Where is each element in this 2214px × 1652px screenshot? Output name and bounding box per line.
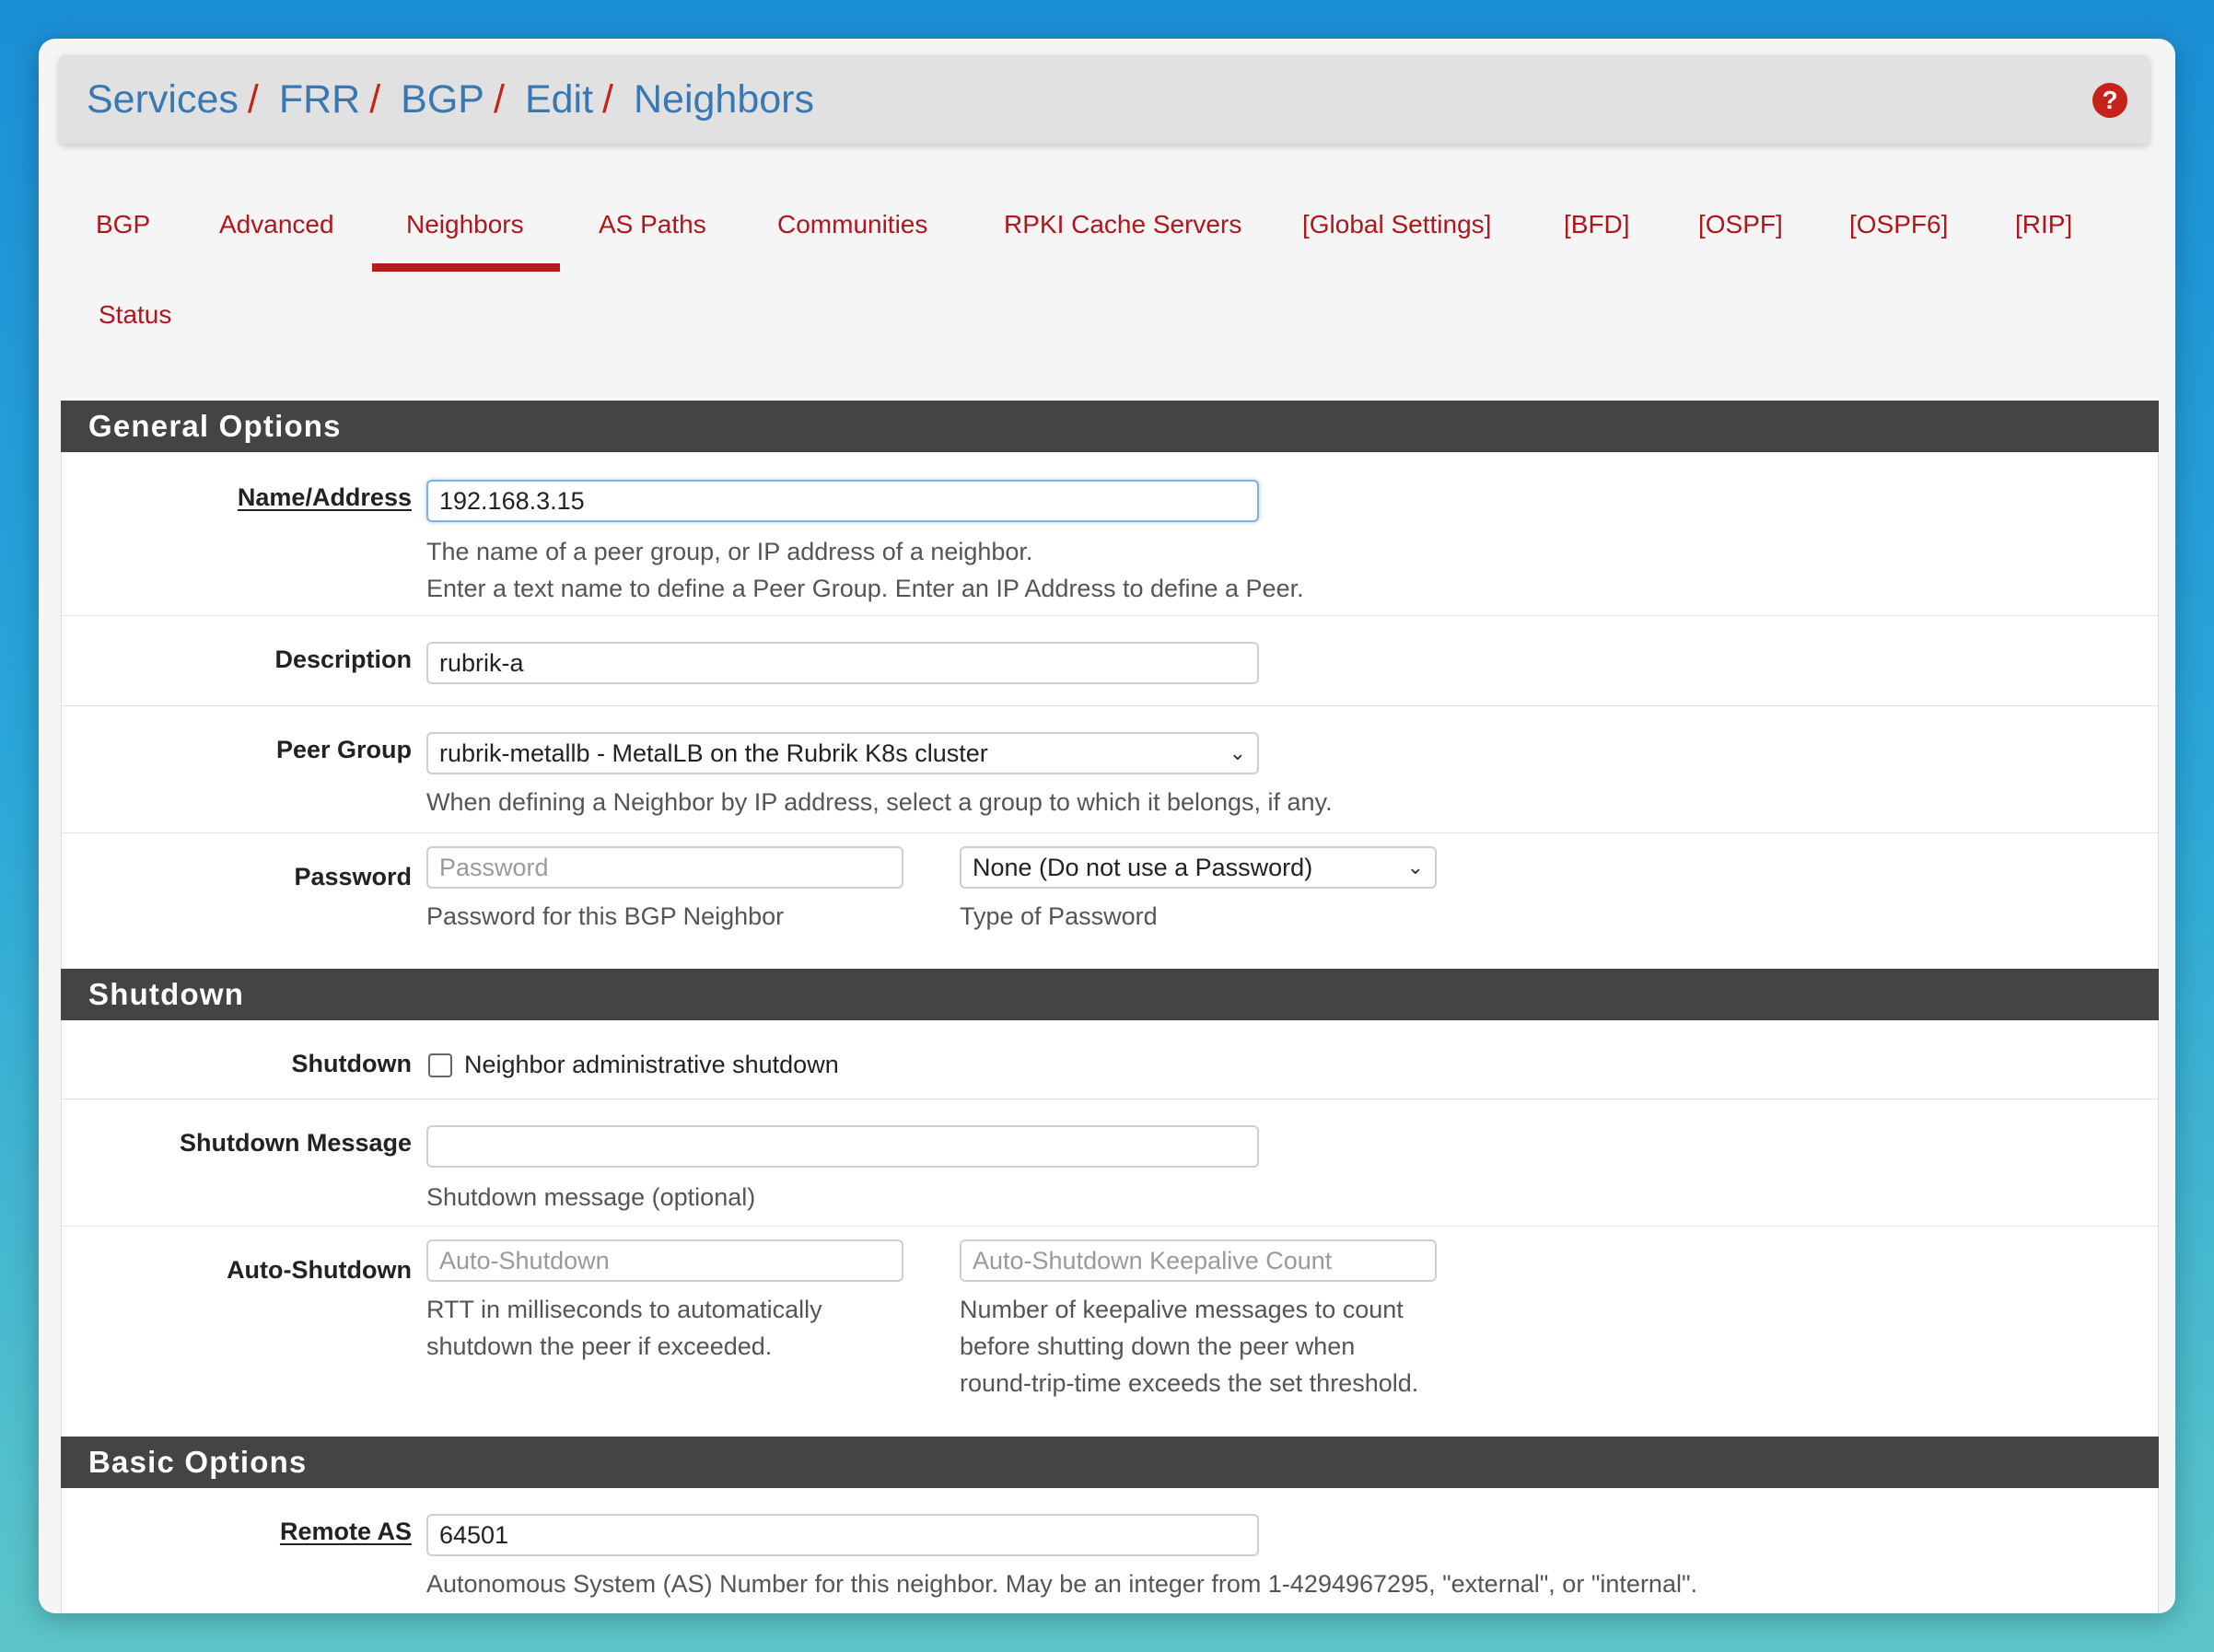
description-input[interactable]: rubrik-a bbox=[426, 642, 1259, 684]
keepalive-count-input[interactable]: Auto-Shutdown Keepalive Count bbox=[960, 1239, 1437, 1282]
breadcrumb-separator: / bbox=[602, 76, 613, 122]
name-address-input[interactable]: 192.168.3.15 bbox=[426, 480, 1259, 522]
shutdown-message-row: Shutdown Message Shutdown message (optio… bbox=[62, 1099, 2158, 1227]
password-type-select[interactable]: None (Do not use a Password) ⌄ bbox=[960, 846, 1437, 889]
keepalive-help-1: Number of keepalive messages to count bbox=[960, 1296, 1404, 1323]
auto-shutdown-help-2: shutdown the peer if exceeded. bbox=[426, 1332, 773, 1360]
breadcrumb-frr[interactable]: FRR bbox=[279, 77, 360, 122]
name-address-help-2: Enter a text name to define a Peer Group… bbox=[426, 575, 1304, 602]
tab-rpki-cache-servers[interactable]: RPKI Cache Servers bbox=[1004, 210, 1241, 239]
basic-options-header: Basic Options bbox=[61, 1437, 2159, 1488]
password-input[interactable]: Password bbox=[426, 846, 903, 889]
help-icon[interactable]: ? bbox=[2092, 83, 2127, 118]
password-type-selected: None (Do not use a Password) bbox=[973, 854, 1313, 881]
tab-communities[interactable]: Communities bbox=[777, 210, 927, 239]
shutdown-header: Shutdown bbox=[61, 969, 2159, 1020]
peer-group-label: Peer Group bbox=[275, 736, 412, 763]
peer-group-select[interactable]: rubrik-metallb - MetalLB on the Rubrik K… bbox=[426, 732, 1259, 774]
remote-as-row: Remote AS 64501 Autonomous System (AS) N… bbox=[62, 1488, 2158, 1613]
password-row: Password Password Password for this BGP … bbox=[62, 833, 2158, 948]
breadcrumb-edit[interactable]: Edit bbox=[525, 77, 593, 122]
tab-ospf[interactable]: [OSPF] bbox=[1698, 210, 1783, 239]
breadcrumb-separator: / bbox=[493, 76, 505, 122]
shutdown-panel: Shutdown Neighbor administrative shutdow… bbox=[61, 1020, 2159, 1453]
remote-as-input[interactable]: 64501 bbox=[426, 1514, 1259, 1556]
auto-shutdown-help-1: RTT in milliseconds to automatically bbox=[426, 1296, 822, 1323]
shutdown-row: Shutdown Neighbor administrative shutdow… bbox=[62, 1020, 2158, 1099]
password-type-help: Type of Password bbox=[960, 902, 1158, 930]
remote-as-label: Remote AS bbox=[279, 1518, 412, 1545]
remote-as-help: Autonomous System (AS) Number for this n… bbox=[426, 1570, 1698, 1598]
keepalive-help-2: before shutting down the peer when bbox=[960, 1332, 1356, 1360]
chevron-down-icon: ⌄ bbox=[1406, 855, 1424, 878]
tab-neighbors[interactable]: Neighbors bbox=[406, 210, 524, 239]
shutdown-checkbox-label[interactable]: Neighbor administrative shutdown bbox=[464, 1051, 839, 1079]
tab-bgp[interactable]: BGP bbox=[96, 210, 150, 239]
peer-group-selected: rubrik-metallb - MetalLB on the Rubrik K… bbox=[439, 739, 988, 767]
breadcrumb-separator: / bbox=[247, 76, 259, 122]
breadcrumb-neighbors[interactable]: Neighbors bbox=[634, 77, 814, 122]
tab-global-settings[interactable]: [Global Settings] bbox=[1302, 210, 1491, 239]
general-options-header: General Options bbox=[61, 401, 2159, 452]
app-window: Services / FRR / BGP / Edit / Neighbors … bbox=[39, 39, 2175, 1613]
tab-rip[interactable]: [RIP] bbox=[2015, 210, 2072, 239]
tab-bfd[interactable]: [BFD] bbox=[1564, 210, 1630, 239]
tab-ospf6[interactable]: [OSPF6] bbox=[1849, 210, 1948, 239]
keepalive-help-3: round-trip-time exceeds the set threshol… bbox=[960, 1369, 1419, 1397]
peer-group-row: Peer Group rubrik-metallb - MetalLB on t… bbox=[62, 706, 2158, 833]
basic-options-panel: Remote AS 64501 Autonomous System (AS) N… bbox=[61, 1488, 2159, 1613]
chevron-down-icon: ⌄ bbox=[1229, 741, 1246, 764]
description-label: Description bbox=[274, 646, 412, 673]
tab-status[interactable]: Status bbox=[99, 300, 171, 330]
password-help: Password for this BGP Neighbor bbox=[426, 902, 785, 930]
general-options-panel: Name/Address 192.168.3.15 The name of a … bbox=[61, 452, 2159, 985]
shutdown-message-label: Shutdown Message bbox=[179, 1129, 412, 1157]
auto-shutdown-input[interactable]: Auto-Shutdown bbox=[426, 1239, 903, 1282]
description-row: Description rubrik-a bbox=[62, 616, 2158, 706]
shutdown-message-help: Shutdown message (optional) bbox=[426, 1183, 756, 1211]
auto-shutdown-label: Auto-Shutdown bbox=[227, 1256, 412, 1284]
shutdown-label: Shutdown bbox=[291, 1050, 412, 1077]
name-address-label: Name/Address bbox=[237, 483, 412, 511]
breadcrumb-bgp[interactable]: BGP bbox=[401, 77, 484, 122]
shutdown-checkbox[interactable] bbox=[428, 1053, 452, 1077]
peer-group-help: When defining a Neighbor by IP address, … bbox=[426, 788, 1333, 816]
breadcrumb-services[interactable]: Services bbox=[87, 77, 239, 122]
breadcrumb-separator: / bbox=[369, 76, 381, 122]
tab-as-paths[interactable]: AS Paths bbox=[599, 210, 706, 239]
password-label: Password bbox=[294, 863, 412, 890]
shutdown-message-input[interactable] bbox=[426, 1125, 1259, 1168]
tab-advanced[interactable]: Advanced bbox=[219, 210, 334, 239]
active-tab-indicator bbox=[372, 263, 560, 272]
name-address-help-1: The name of a peer group, or IP address … bbox=[426, 538, 1033, 565]
name-address-row: Name/Address 192.168.3.15 The name of a … bbox=[62, 452, 2158, 616]
breadcrumb: Services / FRR / BGP / Edit / Neighbors … bbox=[59, 55, 2150, 144]
auto-shutdown-row: Auto-Shutdown Auto-Shutdown RTT in milli… bbox=[62, 1227, 2158, 1414]
